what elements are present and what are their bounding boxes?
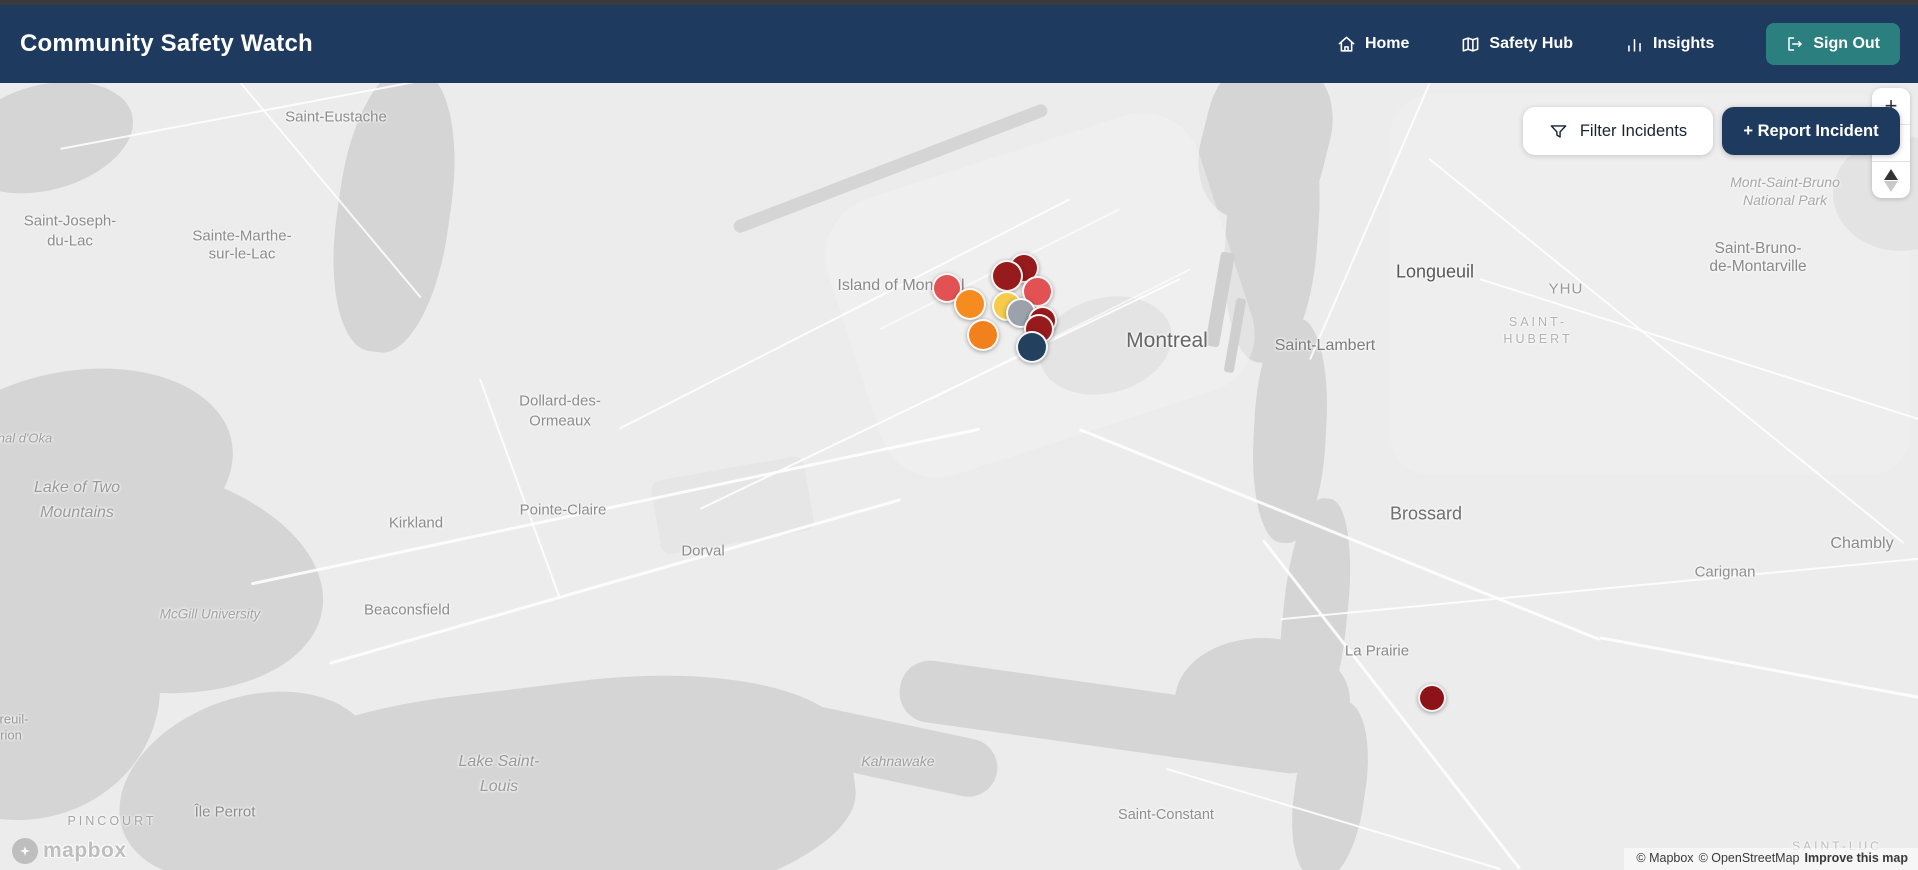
mapbox-logo[interactable]: mapbox <box>12 838 127 864</box>
sign-out-label: Sign Out <box>1813 35 1880 52</box>
improve-this-map-link[interactable]: Improve this map <box>1805 851 1909 865</box>
compass-south-icon <box>1884 180 1898 192</box>
nav-safety-hub[interactable]: Safety Hub <box>1461 35 1573 54</box>
attribution-mapbox-link[interactable]: © Mapbox <box>1636 851 1693 865</box>
mapbox-logo-icon <box>12 838 38 864</box>
window-top-strip <box>0 0 1918 5</box>
incident-marker[interactable] <box>954 288 986 320</box>
attribution-osm-link[interactable]: © OpenStreetMap <box>1699 851 1800 865</box>
incident-marker[interactable] <box>1016 331 1048 363</box>
sign-out-icon <box>1788 37 1803 51</box>
mapbox-logo-text: mapbox <box>43 839 127 862</box>
report-incident-button[interactable]: + Report Incident <box>1722 107 1900 155</box>
incident-marker[interactable] <box>967 319 999 351</box>
incident-marker[interactable] <box>991 260 1023 292</box>
app-title: Community Safety Watch <box>20 30 313 57</box>
funnel-icon <box>1550 124 1567 138</box>
filter-incidents-label: Filter Incidents <box>1579 121 1688 140</box>
compass-button[interactable] <box>1872 162 1910 198</box>
nav-home-label: Home <box>1364 35 1410 52</box>
nav-insights[interactable]: Insights <box>1625 35 1714 54</box>
mapbox-star-icon <box>20 846 30 856</box>
compass-north-icon <box>1884 168 1898 180</box>
map-attribution: © Mapbox © OpenStreetMap Improve this ma… <box>1624 848 1918 870</box>
navbar: Community Safety Watch Home Safety Hub I… <box>0 5 1918 83</box>
filter-incidents-button[interactable]: Filter Incidents <box>1523 107 1713 155</box>
bar-chart-icon <box>1628 38 1641 52</box>
map-icon <box>1463 36 1479 52</box>
app-window: Community Safety Watch Home Safety Hub I… <box>0 0 1918 870</box>
nav-safety-hub-label: Safety Hub <box>1489 35 1573 52</box>
incident-marker[interactable] <box>1418 684 1446 712</box>
nav-insights-label: Insights <box>1653 35 1715 52</box>
sign-out-button[interactable]: Sign Out <box>1766 23 1900 65</box>
navbar-links: Home Safety Hub Insights Sign Out <box>1337 23 1900 65</box>
home-icon <box>1338 36 1355 52</box>
nav-home[interactable]: Home <box>1337 35 1409 54</box>
